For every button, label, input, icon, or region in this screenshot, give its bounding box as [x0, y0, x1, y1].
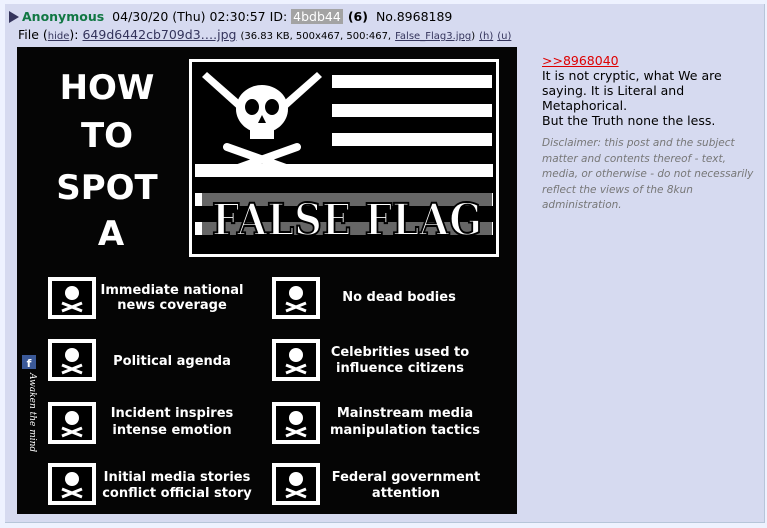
poster-id[interactable]: 4bdb44 — [291, 9, 343, 24]
false-flag-banner: FALSE FLAG — [212, 195, 482, 246]
poster-name: Anonymous — [22, 9, 105, 24]
disclaimer-text: Disclaimer: this post and the subject ma… — [542, 137, 754, 211]
side-text: Awaken the mind — [27, 372, 37, 452]
poster-id-label: ID: — [269, 9, 288, 24]
post-number-link[interactable]: No.8968189 — [376, 9, 452, 24]
file-prefix: File ( — [18, 27, 48, 42]
item-text-line: news coverage — [117, 298, 227, 313]
skull-icon — [65, 472, 79, 486]
item-text-line: influence citizens — [336, 361, 464, 376]
post-datetime: 04/30/20 (Thu) 02:30:57 — [112, 9, 266, 24]
body-line: But the Truth none the less. — [542, 113, 716, 128]
false-flag-poster: HOW TO SPOT A FALSE FLAG f Awaken the mi… — [17, 47, 517, 514]
svg-text:f: f — [27, 357, 32, 370]
skull-icon — [289, 348, 303, 362]
file-sep: ): — [69, 27, 79, 42]
file-meta: (36.83 KB, 500x467, 500:467, — [240, 31, 392, 42]
skull-icon — [289, 286, 303, 300]
file-info: File (hide): 649d6442cb709d3….jpg (36.83… — [18, 27, 511, 42]
skull-icon — [65, 286, 79, 300]
file-name-link[interactable]: 649d6442cb709d3….jpg — [82, 27, 236, 42]
skull-icon — [289, 472, 303, 486]
item-text-line: conflict official story — [102, 486, 252, 501]
item-text-line: Federal government — [332, 470, 480, 485]
skull-icon — [289, 411, 303, 425]
hide-file-link[interactable]: hide — [48, 31, 70, 42]
list-item: Immediate national news coverage — [48, 277, 243, 319]
item-text-line: Immediate national — [101, 283, 244, 298]
body-line: It is not cryptic, what We are saying. I… — [542, 68, 722, 113]
item-text-line: Initial media stories — [104, 470, 251, 485]
flag-graphic: FALSE FLAG — [189, 59, 499, 257]
post-body: >>8968040 It is not cryptic, what We are… — [542, 53, 757, 214]
post-intro: Anonymous 04/30/20 (Thu) 02:30:57 ID: 4b… — [9, 9, 452, 24]
file-meta-close: ) — [471, 31, 476, 42]
list-item: Mainstream media manipulation tactics — [272, 402, 480, 444]
list-item: Incident inspires intense emotion — [48, 402, 234, 444]
item-text-line: Celebrities used to — [331, 345, 469, 360]
file-h-link[interactable]: (h) — [479, 31, 493, 42]
skull-icon — [65, 411, 79, 425]
post-container: Anonymous 04/30/20 (Thu) 02:30:57 ID: 4b… — [5, 4, 765, 523]
item-text-line: Incident inspires — [111, 406, 234, 421]
title-word-spot: SPOT — [56, 168, 158, 208]
item-text-line: manipulation tactics — [330, 423, 480, 438]
quote-link[interactable]: >>8968040 — [542, 53, 619, 68]
skull-icon — [65, 348, 79, 362]
original-filename-link[interactable]: False_Flag3.jpg — [395, 31, 471, 42]
list-item: Initial media stories conflict official … — [48, 463, 252, 505]
title-word-to: TO — [81, 116, 133, 156]
item-text-line: Mainstream media — [337, 406, 473, 421]
file-u-link[interactable]: (u) — [497, 31, 511, 42]
post-menu-arrow-icon[interactable] — [9, 10, 19, 23]
post-image[interactable]: HOW TO SPOT A FALSE FLAG f Awaken the mi… — [17, 47, 517, 514]
reply-count: (6) — [347, 9, 368, 24]
item-text-line: Political agenda — [113, 354, 231, 369]
item-text-line: attention — [372, 486, 440, 501]
title-word-how: HOW — [60, 68, 155, 108]
title-word-a: A — [98, 214, 125, 254]
item-text-line: No dead bodies — [342, 290, 456, 305]
item-text-line: intense emotion — [112, 423, 231, 438]
